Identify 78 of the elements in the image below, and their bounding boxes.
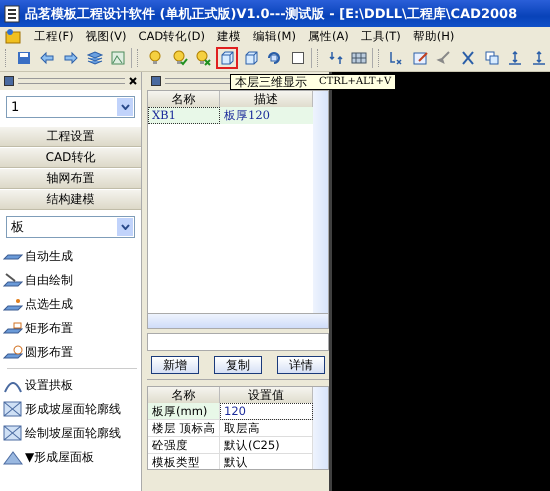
close-icon[interactable] xyxy=(129,77,137,85)
envelope-icon xyxy=(3,400,23,418)
tooltip-label: 本层三维显示 xyxy=(235,75,307,89)
action-button[interactable]: 复制 xyxy=(214,356,262,374)
menu-item[interactable]: CAD转化(D) xyxy=(138,28,206,44)
tool-item[interactable]: ▼形成屋面板 xyxy=(25,448,94,466)
envelope-icon xyxy=(3,424,23,442)
action-button[interactable]: 详情 xyxy=(277,356,325,374)
menu-item[interactable]: 建模 xyxy=(217,28,242,44)
slab-icon xyxy=(3,252,23,260)
column-header[interactable]: 描述 xyxy=(220,91,313,107)
picture-icon xyxy=(110,50,126,66)
menu-item[interactable]: 工具(T) xyxy=(360,28,401,44)
nav-button[interactable]: 结构建模 xyxy=(0,189,141,210)
tool-item[interactable]: 圆形布置 xyxy=(25,344,73,360)
window-title: 品茗模板工程设计软件 (单机正式版)V1.0---测试版 - [E:\DDLL\工程库\CAD2008 xyxy=(25,6,518,22)
property-row[interactable]: 楼层 顶标高 取层高 xyxy=(148,420,313,437)
property-name: 板厚(mm) xyxy=(148,403,220,420)
right-arrow-icon xyxy=(63,50,80,66)
copy-icon xyxy=(484,50,500,66)
menu-item[interactable]: 编辑(M) xyxy=(253,28,296,44)
cube-icon xyxy=(242,50,259,66)
chevron-down-icon xyxy=(120,224,130,230)
nav-button[interactable]: CAD转化 xyxy=(0,147,141,168)
document-icon xyxy=(4,4,20,22)
tool-item[interactable]: 矩形布置 xyxy=(25,320,73,336)
height-icon xyxy=(507,50,524,66)
vertical-scrollbar[interactable] xyxy=(313,91,328,313)
column-header[interactable]: 设置值 xyxy=(220,387,313,403)
left-arrow-icon xyxy=(39,50,56,66)
slab-icon xyxy=(3,345,23,359)
tool-item[interactable]: 自由绘制 xyxy=(25,272,73,288)
bulb-check-icon xyxy=(172,50,188,66)
column-header[interactable]: 名称 xyxy=(148,387,220,403)
rotate-icon xyxy=(266,50,282,66)
slab-icon xyxy=(3,322,23,334)
tool-item[interactable]: 点选生成 xyxy=(25,296,73,312)
type-dropdown[interactable]: 板 xyxy=(6,216,135,238)
slab-icon xyxy=(3,298,23,310)
menu-item[interactable]: 视图(V) xyxy=(86,28,126,44)
property-value: 120 xyxy=(220,403,313,420)
height-icon xyxy=(531,50,548,66)
layers-icon xyxy=(86,50,103,66)
table-cell-text: 板厚120 xyxy=(223,107,271,124)
property-name: 楼层 顶标高 xyxy=(148,420,220,437)
property-row[interactable]: 板厚(mm) 120 xyxy=(148,403,313,420)
shortcut-text: CTRL+ALT+V xyxy=(319,75,392,89)
toolbar-button[interactable] xyxy=(216,47,238,69)
bulb-cross-icon xyxy=(195,50,212,66)
cube-icon xyxy=(219,50,236,66)
square-icon xyxy=(290,50,306,66)
vertical-scrollbar[interactable] xyxy=(313,387,328,469)
column-header[interactable]: 名称 xyxy=(148,91,220,107)
up-down-arrows-icon xyxy=(328,50,344,66)
slab-icon xyxy=(3,273,23,287)
property-name: 砼强度 xyxy=(148,437,220,454)
list-row[interactable]: XB1 板厚120 xyxy=(148,107,313,124)
grid-icon xyxy=(351,50,368,66)
edit-icon xyxy=(412,50,429,66)
menu-item[interactable]: 帮助(H) xyxy=(412,28,454,44)
tool-item[interactable]: 自动生成 xyxy=(25,248,73,264)
nav-button[interactable]: 轴网布置 xyxy=(0,168,141,189)
floor-dropdown[interactable]: 1 xyxy=(6,96,135,118)
tool-item[interactable]: 形成坡屋面轮廓线 xyxy=(25,400,121,418)
table-cell: XB1 xyxy=(148,107,220,124)
menu-item[interactable]: 工程(F) xyxy=(34,28,74,44)
action-button[interactable]: 新增 xyxy=(151,356,199,374)
horizontal-scrollbar[interactable] xyxy=(147,314,329,329)
tool-item[interactable]: 绘制坡屋面轮廓线 xyxy=(25,424,121,442)
property-row[interactable]: 砼强度 默认(C25) xyxy=(148,437,313,454)
nav-button[interactable]: 工程设置 xyxy=(0,126,141,147)
menu-item[interactable]: 属性(A) xyxy=(308,28,349,44)
property-name: 模板类型 xyxy=(148,454,220,469)
tool-item[interactable]: 设置拱板 xyxy=(25,376,73,394)
cross-icon xyxy=(460,50,476,66)
input-field[interactable] xyxy=(147,333,329,351)
chevron-down-icon xyxy=(120,104,130,110)
app-icon xyxy=(4,28,22,44)
